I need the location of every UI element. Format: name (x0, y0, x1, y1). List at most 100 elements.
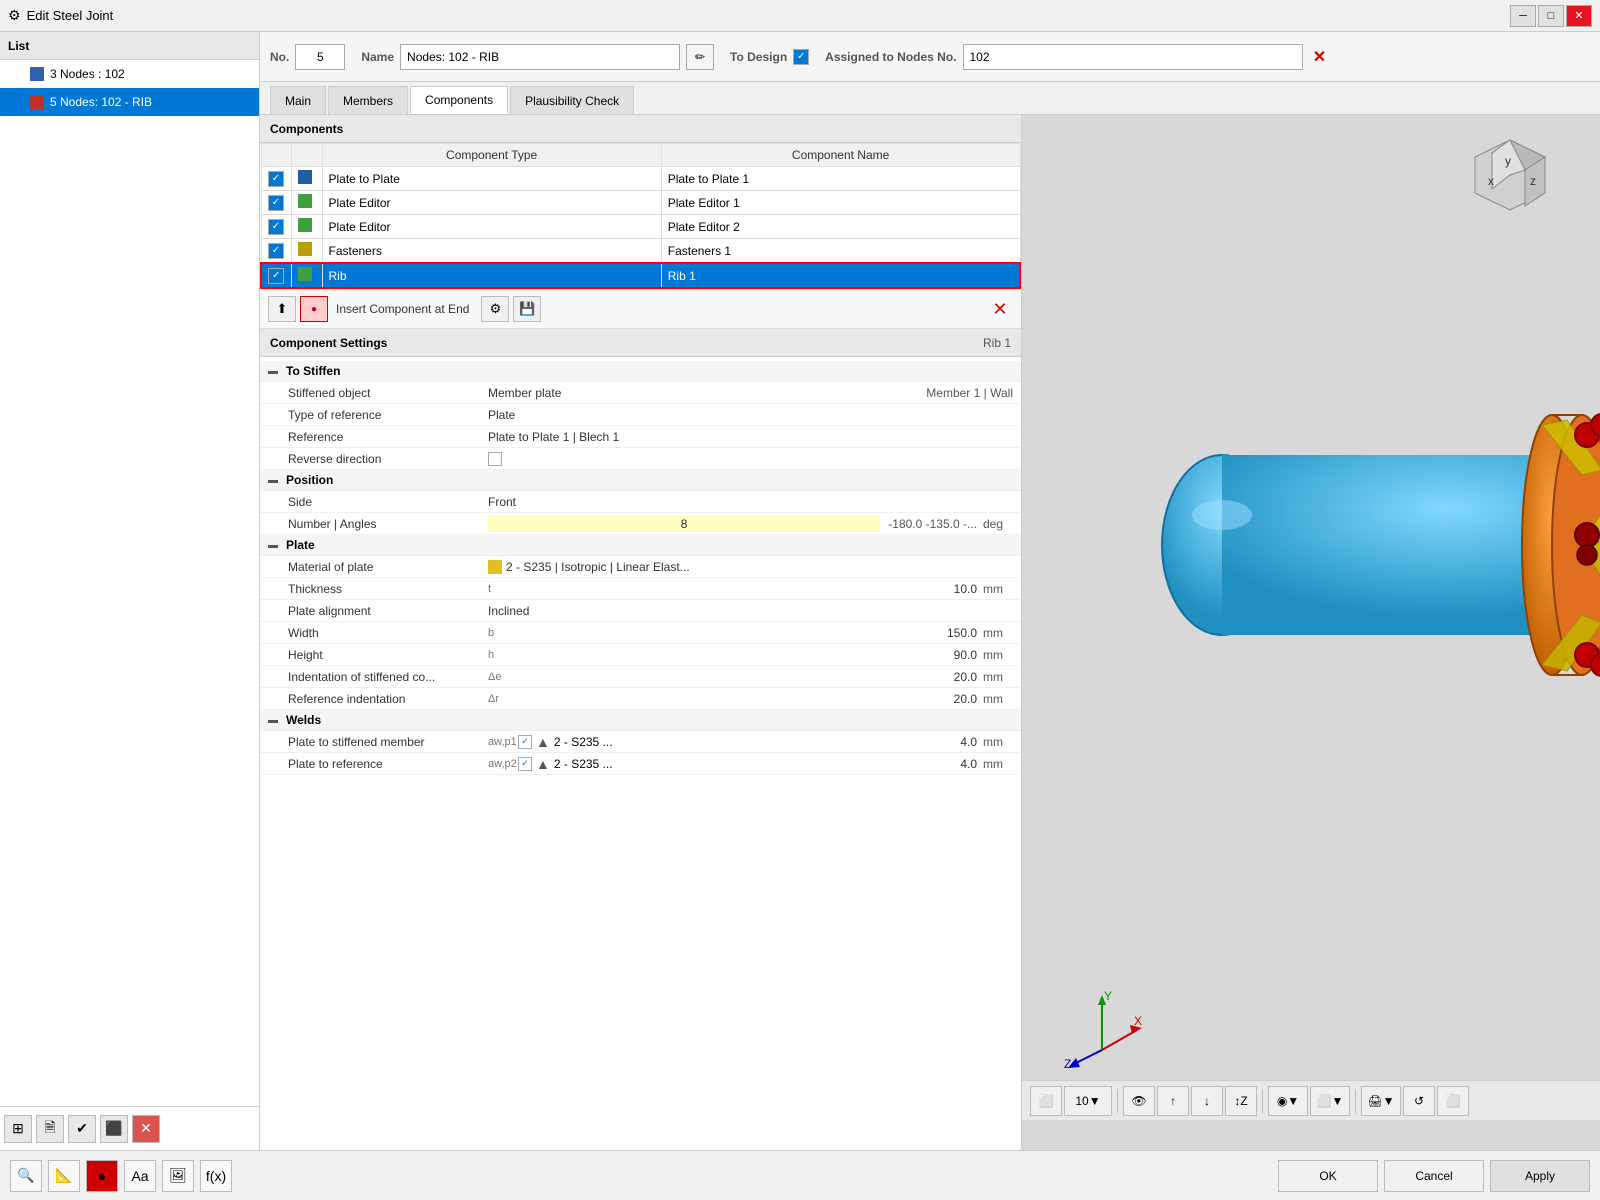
delete-component-button[interactable]: ✕ (987, 296, 1013, 322)
svg-text:Y: Y (1104, 990, 1112, 1003)
search-button[interactable]: 🔍 (10, 1160, 42, 1192)
right-main: No. Name ✏ To Design Assigned to Nodes N… (260, 32, 1600, 1150)
main-layout: List 3 Nodes : 102 5 Nodes: 102 - RIB ⊞ … (0, 32, 1600, 1150)
list-toolbar-btn2[interactable]: 🗎 (36, 1115, 64, 1143)
top-fields: No. Name ✏ To Design Assigned to Nodes N… (260, 32, 1600, 82)
ruler-button[interactable]: 📐 (48, 1160, 80, 1192)
fx-button[interactable]: f(x) (200, 1160, 232, 1192)
3d-view[interactable]: y z x (1022, 115, 1600, 1150)
assigned-input[interactable] (963, 44, 1303, 70)
vt-btn-refresh[interactable]: ↺ (1403, 1086, 1435, 1116)
row-thickness: Thickness t 10.0 mm (260, 578, 1021, 600)
comp-row-2-check (261, 191, 291, 215)
tab-components[interactable]: Components (410, 86, 508, 114)
text-button[interactable]: Aa (124, 1160, 156, 1192)
comp-row-4[interactable]: Fasteners Fasteners 1 (261, 239, 1020, 264)
collapse-welds-icon: ▬ (268, 715, 280, 726)
to-design-checkbox[interactable] (793, 49, 809, 65)
row-number-angles: Number | Angles 8 -180.0 -135.0 -... deg (260, 513, 1021, 535)
group-position-header[interactable]: ▬ Position (260, 470, 1021, 491)
list-item-1[interactable]: 3 Nodes : 102 (0, 60, 259, 88)
group-plate-header[interactable]: ▬ Plate (260, 535, 1021, 556)
row-height: Height h 90.0 mm (260, 644, 1021, 666)
list-header: List (0, 32, 259, 60)
collapse-plate-icon: ▬ (268, 540, 280, 551)
row-stiffened-object: Stiffened object Member plate Member 1 |… (260, 382, 1021, 404)
row-reverse-direction: Reverse direction (260, 448, 1021, 470)
list-delete-button[interactable]: ✕ (132, 1115, 160, 1143)
group-to-stiffen-header[interactable]: ▬ To Stiffen (260, 361, 1021, 382)
ok-button[interactable]: OK (1278, 1160, 1378, 1192)
vt-btn-export[interactable]: ⬜ (1437, 1086, 1469, 1116)
comp-row-5-name: Rib 1 (661, 263, 1020, 288)
comp-row-2[interactable]: Plate Editor Plate Editor 1 (261, 191, 1020, 215)
settings-button[interactable]: ⚙ (481, 296, 509, 322)
list-toolbar-btn4[interactable]: ⬛ (100, 1115, 128, 1143)
cancel-button[interactable]: Cancel (1384, 1160, 1484, 1192)
vt-btn-2[interactable]: 10▼ (1064, 1086, 1112, 1116)
red-button[interactable]: ● (86, 1160, 118, 1192)
comp-row-2-type: Plate Editor (322, 191, 661, 215)
move-up-button[interactable]: ⬆ (268, 296, 296, 322)
tab-plausibility[interactable]: Plausibility Check (510, 86, 634, 114)
close-button[interactable]: ✕ (1566, 5, 1592, 27)
save-button[interactable]: 💾 (513, 296, 541, 322)
tab-bar: Main Members Components Plausibility Che… (260, 82, 1600, 115)
weld-check-1[interactable] (518, 735, 532, 749)
vt-btn-down[interactable]: ↓ (1191, 1086, 1223, 1116)
no-input[interactable] (295, 44, 345, 70)
settings-body: ▬ To Stiffen Stiffened object Member pla… (260, 357, 1021, 779)
settings-component-name: Rib 1 (983, 336, 1011, 350)
collapse-position-icon: ▬ (268, 475, 280, 486)
vt-btn-print[interactable]: 🖨▼ (1361, 1086, 1401, 1116)
3d-model (1022, 195, 1600, 895)
comp-row-1-type: Plate to Plate (322, 167, 661, 191)
row-side: Side Front (260, 491, 1021, 513)
maximize-button[interactable]: □ (1538, 5, 1564, 27)
insert-button[interactable]: ● (300, 296, 328, 322)
material-color-icon (488, 560, 502, 574)
vt-btn-render[interactable]: ◉▼ (1268, 1086, 1308, 1116)
comp-row-4-check (261, 239, 291, 264)
vt-btn-display[interactable]: ⬜▼ (1310, 1086, 1350, 1116)
to-design-label: To Design (730, 50, 787, 64)
vt-btn-1[interactable]: ⬜ (1030, 1086, 1062, 1116)
comp-row-5[interactable]: Rib Rib 1 (261, 263, 1020, 288)
col-name: Component Name (661, 144, 1020, 167)
group-welds: ▬ Welds Plate to stiffened member aw,p1 … (260, 710, 1021, 775)
comp-row-3[interactable]: Plate Editor Plate Editor 2 (261, 215, 1020, 239)
vt-btn-up[interactable]: ↑ (1157, 1086, 1189, 1116)
vt-btn-eye[interactable]: 👁 (1123, 1086, 1155, 1116)
weld-icon-1: ▲ (536, 734, 550, 750)
name-group: Name ✏ (361, 44, 714, 70)
assigned-group: Assigned to Nodes No. ✕ (825, 44, 1330, 70)
assigned-clear-button[interactable]: ✕ (1309, 46, 1331, 68)
comp-row-5-check (261, 263, 291, 288)
group-position: ▬ Position Side Front Number | Angles 8 … (260, 470, 1021, 535)
row-width: Width b 150.0 mm (260, 622, 1021, 644)
group-welds-header[interactable]: ▬ Welds (260, 710, 1021, 731)
list-item-2[interactable]: 5 Nodes: 102 - RIB (0, 88, 259, 116)
comp-row-3-icon (291, 215, 322, 239)
row-plate-to-stiffened: Plate to stiffened member aw,p1 ▲ 2 - S2… (260, 731, 1021, 753)
minimize-button[interactable]: ─ (1510, 5, 1536, 27)
comp-row-1[interactable]: Plate to Plate Plate to Plate 1 (261, 167, 1020, 191)
vt-btn-z[interactable]: ↕Z (1225, 1086, 1257, 1116)
view-button[interactable]: 🖼 (162, 1160, 194, 1192)
comp-row-1-name: Plate to Plate 1 (661, 167, 1020, 191)
name-input[interactable] (400, 44, 680, 70)
name-edit-button[interactable]: ✏ (686, 44, 714, 70)
weld-check-2[interactable] (518, 757, 532, 771)
collapse-to-stiffen-icon: ▬ (268, 366, 280, 377)
list-item-1-icon (30, 67, 44, 81)
list-toolbar-btn1[interactable]: ⊞ (4, 1115, 32, 1143)
axis-indicator: Y X Z (1062, 990, 1142, 1070)
tab-members[interactable]: Members (328, 86, 408, 114)
reverse-direction-check[interactable] (488, 452, 502, 466)
tab-main[interactable]: Main (270, 86, 326, 114)
comp-row-2-name: Plate Editor 1 (661, 191, 1020, 215)
apply-button[interactable]: Apply (1490, 1160, 1590, 1192)
left-panel: List 3 Nodes : 102 5 Nodes: 102 - RIB ⊞ … (0, 32, 260, 1150)
comp-row-1-icon (291, 167, 322, 191)
list-toolbar-btn3[interactable]: ✔ (68, 1115, 96, 1143)
